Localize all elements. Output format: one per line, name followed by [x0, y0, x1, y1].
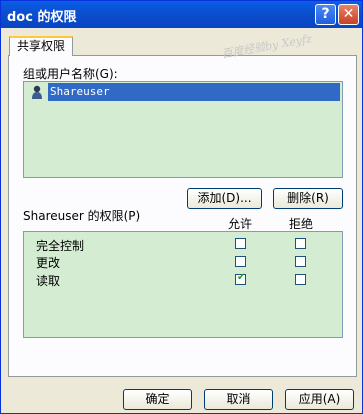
- groups-label: 组或用户名称(G):: [23, 67, 118, 81]
- change-allow-checkbox[interactable]: [235, 256, 246, 267]
- close-button[interactable]: ✕: [338, 4, 359, 25]
- permissions-grid: 完全控制 更改 读取 ✔: [23, 231, 343, 338]
- check-icon: ✔: [237, 272, 246, 283]
- users-listbox[interactable]: Shareuser: [23, 81, 343, 178]
- perm-row-full-control: 完全控制: [36, 239, 85, 253]
- title-bar[interactable]: doc 的权限 ? ✕: [1, 1, 362, 28]
- add-button[interactable]: 添加(D)...: [187, 188, 262, 209]
- window-title: doc 的权限: [7, 10, 77, 25]
- full-control-deny-checkbox[interactable]: [295, 238, 306, 249]
- perm-row-change: 更改: [36, 256, 61, 270]
- help-icon: ?: [321, 6, 330, 22]
- user-name: Shareuser: [48, 83, 340, 101]
- cancel-button[interactable]: 取消: [204, 389, 273, 410]
- apply-button[interactable]: 应用(A): [285, 389, 354, 410]
- user-icon: [32, 85, 42, 99]
- remove-button[interactable]: 删除(R): [273, 188, 343, 209]
- permissions-label: Shareuser 的权限(P): [23, 209, 141, 223]
- help-button[interactable]: ?: [315, 4, 336, 25]
- full-control-allow-checkbox[interactable]: [235, 238, 246, 249]
- change-deny-checkbox[interactable]: [295, 256, 306, 267]
- read-deny-checkbox[interactable]: [295, 274, 306, 285]
- allow-header: 允许: [228, 217, 253, 231]
- permissions-dialog: doc 的权限 ? ✕ 共享权限 百度经验by Xeyfz 组或用户名称(G):…: [0, 0, 363, 414]
- deny-header: 拒绝: [289, 217, 314, 231]
- ok-button[interactable]: 确定: [123, 389, 192, 410]
- tab-share-permissions[interactable]: 共享权限: [9, 36, 73, 56]
- read-allow-checkbox[interactable]: ✔: [235, 272, 246, 285]
- close-icon: ✕: [342, 6, 355, 22]
- perm-row-read: 读取: [36, 274, 61, 288]
